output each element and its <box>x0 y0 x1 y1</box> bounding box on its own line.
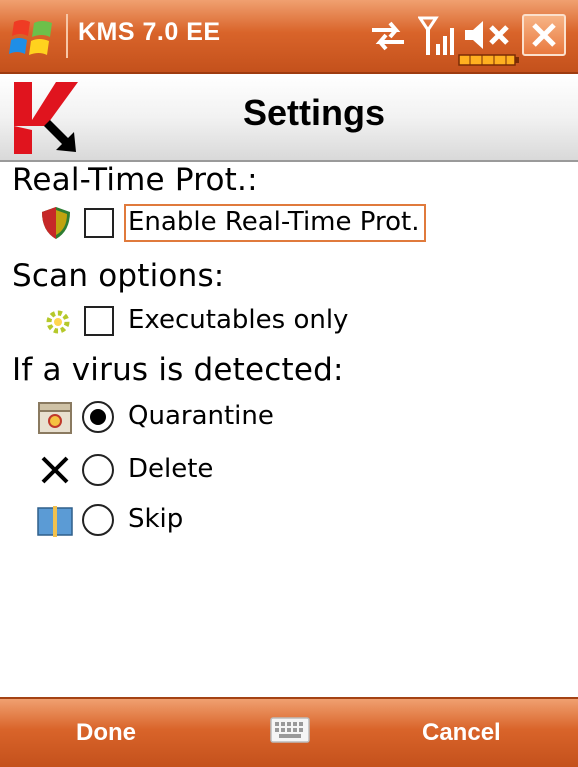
delete-label[interactable]: Delete <box>128 454 213 484</box>
quarantine-label[interactable]: Quarantine <box>128 401 274 431</box>
shield-icon <box>42 207 70 239</box>
title-bar: KMS 7.0 EE <box>0 0 578 74</box>
book-icon <box>37 506 73 537</box>
delete-radio[interactable] <box>82 454 114 486</box>
sync-icon[interactable] <box>368 18 408 54</box>
enable-realtime-checkbox[interactable] <box>84 208 114 238</box>
softkey-bar: Done Cancel <box>0 697 578 767</box>
window-title: KMS 7.0 EE <box>78 18 221 46</box>
keyboard-icon[interactable] <box>270 715 310 745</box>
settings-header: Settings <box>0 74 578 162</box>
section-title-virus: If a virus is detected: <box>12 352 344 388</box>
battery-icon <box>458 54 519 66</box>
delete-x-icon <box>41 456 69 484</box>
volume-mute-icon[interactable] <box>463 18 515 52</box>
quarantine-icon <box>38 402 72 434</box>
gear-icon <box>46 310 70 334</box>
close-button[interactable] <box>522 14 566 56</box>
enable-realtime-label[interactable]: Enable Real-Time Prot. <box>128 207 419 237</box>
skip-label[interactable]: Skip <box>128 504 183 534</box>
title-separator <box>66 14 68 58</box>
section-title-scan: Scan options: <box>12 258 225 294</box>
cancel-button[interactable]: Cancel <box>422 719 501 747</box>
windows-start-icon[interactable] <box>8 12 58 62</box>
executables-only-label[interactable]: Executables only <box>128 305 348 335</box>
quarantine-radio[interactable] <box>82 401 114 433</box>
signal-icon[interactable] <box>418 14 460 58</box>
section-title-realtime: Real-Time Prot.: <box>12 162 258 198</box>
skip-radio[interactable] <box>82 504 114 536</box>
close-icon <box>532 23 556 47</box>
executables-only-checkbox[interactable] <box>84 306 114 336</box>
done-button[interactable]: Done <box>76 719 136 747</box>
page-title: Settings <box>242 92 385 133</box>
